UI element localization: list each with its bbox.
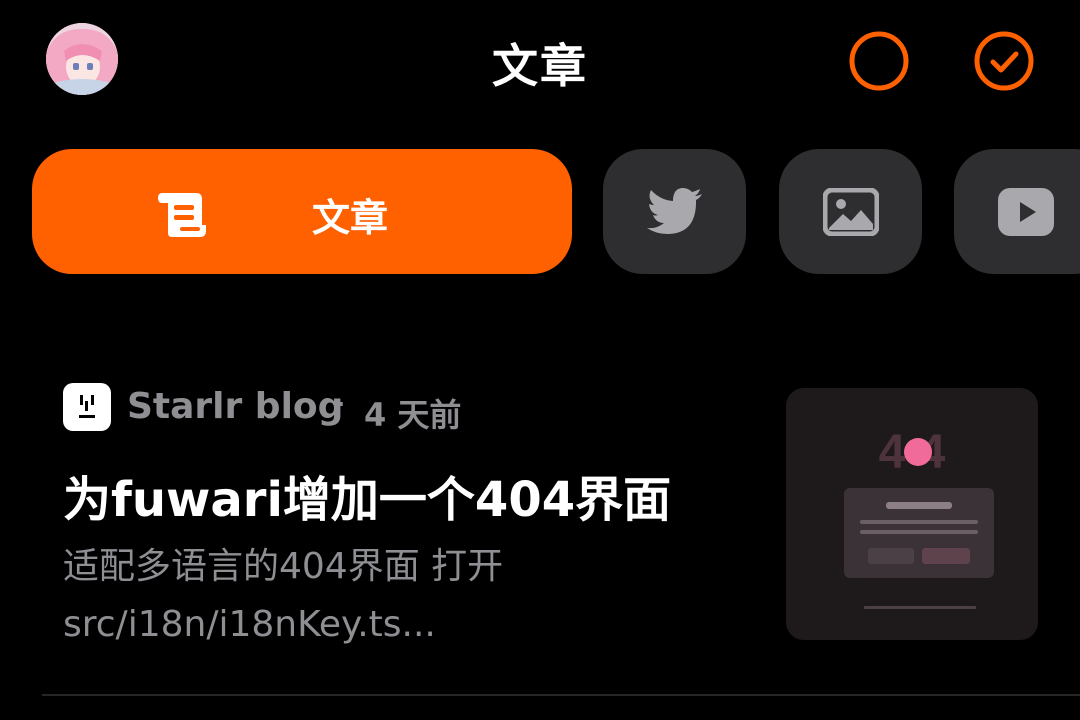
tab-articles-label: 文章 (312, 196, 389, 240)
video-play-icon (998, 187, 1054, 236)
category-tabs: 文章 (0, 149, 1080, 275)
published-time: 4 天前 (364, 396, 462, 434)
image-icon (822, 187, 879, 236)
tab-articles[interactable]: 文章 (32, 149, 572, 274)
top-bar: 文章 (0, 0, 1080, 120)
source-name: Starlr blog (127, 386, 344, 427)
article-title: 为fuwari增加一个404界面 (63, 472, 672, 528)
article-summary: 适配多语言的404界面 打开src/i18n/i18nKey.ts... (63, 546, 504, 645)
source-logo-icon (63, 383, 111, 431)
article-card[interactable]: Starlr blog · 4 天前 为fuwari增加一个404界面 适配多语… (0, 370, 1080, 696)
mark-read-button[interactable] (973, 30, 1035, 92)
tab-social[interactable] (603, 149, 746, 274)
twitter-bird-icon (646, 187, 702, 234)
list-divider (42, 694, 1080, 696)
select-all-button[interactable] (848, 30, 910, 92)
page-title: 文章 (492, 39, 588, 93)
tab-videos[interactable] (954, 149, 1080, 274)
meta-separator: · (336, 385, 347, 423)
app-screen: 文章 文章 Starlr blog · 4 天前 为fuwari增加一个404界… (0, 0, 1080, 720)
tab-images[interactable] (779, 149, 922, 274)
circle-outline-icon (849, 31, 909, 91)
article-thumbnail: 4 4 (786, 388, 1038, 640)
check-circle-icon (974, 31, 1034, 91)
scroll-icon (158, 193, 206, 237)
